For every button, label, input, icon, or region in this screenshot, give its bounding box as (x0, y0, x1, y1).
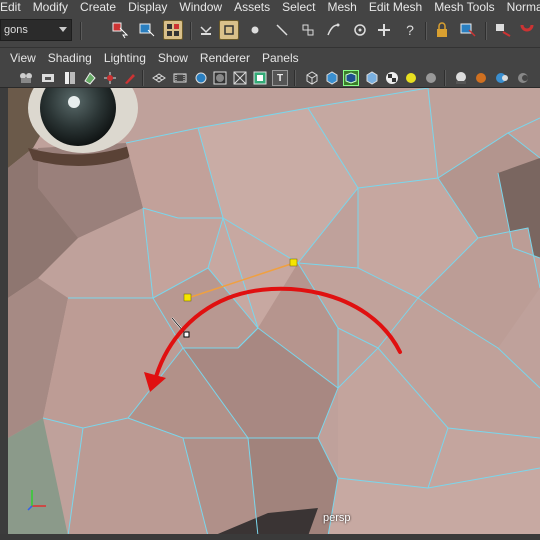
edge-icon[interactable] (272, 20, 292, 40)
menu-set-value: gons (4, 24, 28, 36)
perspective-viewport[interactable]: persp (8, 88, 540, 536)
menu-edit[interactable]: Edit (0, 0, 27, 14)
panel-menu-panels[interactable]: Panels (262, 51, 299, 65)
safe-title-icon[interactable]: T (272, 70, 288, 86)
texture-icon[interactable] (384, 70, 400, 86)
menu-mesh[interactable]: Mesh (321, 0, 362, 14)
menu-assets[interactable]: Assets (228, 0, 276, 14)
vertex-handle[interactable] (183, 293, 192, 302)
face-icon[interactable] (298, 20, 318, 40)
gate-mask-icon[interactable] (212, 70, 228, 86)
target-weld-icon[interactable] (350, 20, 370, 40)
separator (444, 70, 446, 86)
menu-modify[interactable]: Modify (27, 0, 74, 14)
undo-icon[interactable] (494, 20, 514, 40)
lasso-icon[interactable] (137, 20, 157, 40)
vertex-icon[interactable] (245, 20, 265, 40)
panel-menu-show[interactable]: Show (158, 51, 188, 65)
wireframe-icon[interactable] (304, 70, 320, 86)
bookmark-icon[interactable] (62, 70, 78, 86)
panel-menu-lighting[interactable]: Lighting (104, 51, 146, 65)
safe-action-icon[interactable] (252, 70, 268, 86)
menu-create[interactable]: Create (74, 0, 122, 14)
menu-set-dropdown[interactable]: gons (0, 19, 72, 41)
main-menubar: Edit Modify Create Display Window Assets… (0, 0, 540, 14)
camera-attr-icon[interactable] (40, 70, 56, 86)
uv-icon[interactable] (518, 20, 538, 40)
panel-menu-view[interactable]: View (10, 51, 36, 65)
twodpan-icon[interactable] (102, 70, 118, 86)
insert-loop-icon[interactable] (374, 20, 394, 40)
separator (190, 22, 192, 40)
panel-gutter (0, 88, 8, 540)
separator (425, 22, 427, 40)
shadows-icon[interactable] (423, 70, 439, 86)
lock-icon[interactable] (432, 20, 452, 40)
grid-icon[interactable] (151, 70, 167, 86)
camera-icon[interactable] (18, 70, 34, 86)
axis-gizmo (26, 484, 56, 514)
separator (80, 22, 82, 40)
ao-icon[interactable] (453, 70, 469, 86)
resolution-gate-icon[interactable] (193, 70, 209, 86)
chevron-down-icon (59, 27, 67, 32)
motion-blur-icon[interactable] (515, 70, 531, 86)
vertex-handle[interactable] (289, 258, 298, 267)
isolate-icon[interactable] (364, 70, 380, 86)
menu-edit-mesh[interactable]: Edit Mesh (363, 0, 428, 14)
camera-label: persp (323, 512, 351, 524)
film-gate-icon[interactable] (172, 70, 188, 86)
wireframe-on-shaded-icon[interactable] (343, 70, 359, 86)
lights-icon[interactable] (403, 70, 419, 86)
menu-normals[interactable]: Normals (501, 0, 540, 14)
symmetry-icon[interactable] (458, 20, 478, 40)
select-tool-icon[interactable] (110, 20, 130, 40)
menu-select[interactable]: Select (276, 0, 321, 14)
field-chart-icon[interactable] (232, 70, 248, 86)
dof-icon[interactable] (494, 70, 510, 86)
separator (294, 70, 296, 86)
magnet-icon[interactable] (219, 20, 239, 40)
panel-menubar: View Shading Lighting Show Renderer Pane… (0, 48, 540, 68)
menu-window[interactable]: Window (173, 0, 228, 14)
image-plane-icon[interactable] (82, 70, 98, 86)
separator (142, 70, 144, 86)
help-icon[interactable]: ? (400, 20, 420, 40)
status-line: gons ? (0, 14, 540, 48)
menu-display[interactable]: Display (122, 0, 173, 14)
grease-pencil-icon[interactable] (122, 70, 138, 86)
viewport-bottom-border (0, 534, 540, 540)
panel-toolbar: T (0, 68, 540, 88)
panel-menu-shading[interactable]: Shading (48, 51, 92, 65)
eye-highlight (68, 96, 80, 108)
aa-icon[interactable] (473, 70, 489, 86)
panel-menu-renderer[interactable]: Renderer (200, 51, 250, 65)
multi-cut-icon[interactable] (323, 20, 343, 40)
mesh-render (8, 88, 540, 536)
separator (485, 22, 487, 40)
snap-icon[interactable] (196, 20, 216, 40)
smooth-shade-icon[interactable] (324, 70, 340, 86)
menu-mesh-tools[interactable]: Mesh Tools (428, 0, 500, 14)
paint-select-icon[interactable] (163, 20, 183, 40)
